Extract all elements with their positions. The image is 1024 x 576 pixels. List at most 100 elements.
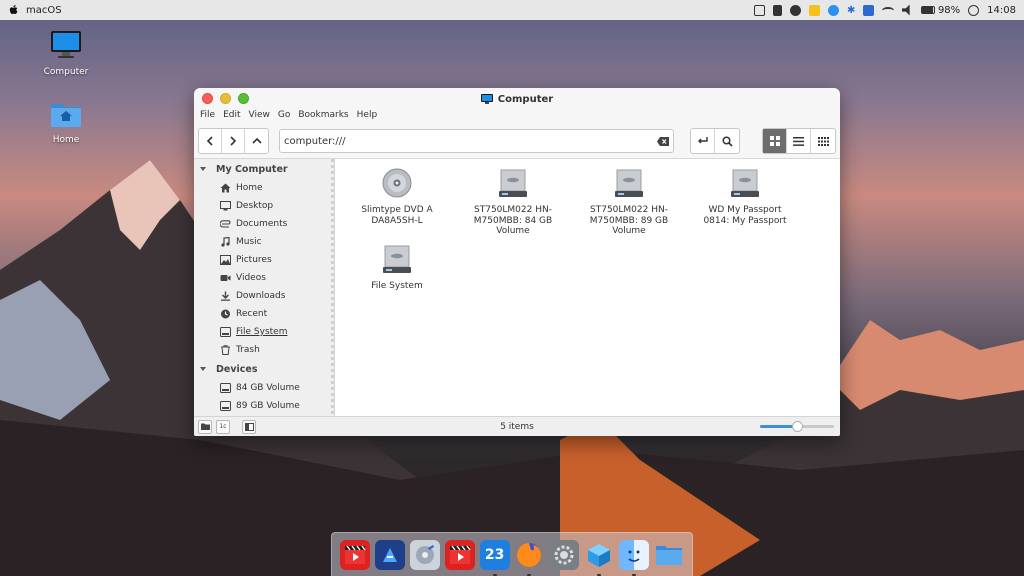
- menu-edit[interactable]: Edit: [223, 110, 240, 124]
- clock-icon: [220, 309, 231, 320]
- document-icon[interactable]: [862, 4, 874, 16]
- sidebar-item-file-system[interactable]: File System: [194, 323, 334, 341]
- power-icon[interactable]: [968, 4, 980, 16]
- hard-drive-icon: [383, 245, 411, 273]
- editor-icon: [383, 547, 398, 562]
- wifi-icon[interactable]: [881, 6, 894, 14]
- grid-icon: [769, 136, 780, 146]
- sidebar-item-label: Desktop: [236, 201, 274, 211]
- desktop-icon-computer[interactable]: Computer: [36, 30, 96, 77]
- clear-icon[interactable]: [657, 136, 669, 146]
- os-title: macOS: [26, 4, 62, 16]
- nav-buttons: [198, 128, 269, 154]
- menu-file[interactable]: File: [200, 110, 215, 124]
- zoom-slider[interactable]: [760, 421, 834, 432]
- icon-view-button[interactable]: [763, 129, 787, 153]
- sidebar-item-documents[interactable]: Documents: [194, 215, 334, 233]
- dock-disk-utility[interactable]: [409, 539, 440, 570]
- file-item-84gb-volume[interactable]: ST750LM022 HN-M750MBB: 84 GB Volume: [463, 167, 563, 236]
- clapperboard-icon: [449, 545, 471, 564]
- chevron-right-icon: [230, 136, 237, 146]
- battery-icon[interactable]: [920, 6, 935, 14]
- sidebar-resize-handle[interactable]: [331, 159, 334, 416]
- menu-view[interactable]: View: [249, 110, 270, 124]
- running-indicator: [631, 573, 636, 576]
- dock-finder[interactable]: [618, 539, 649, 576]
- dock-system-preferences[interactable]: [549, 539, 580, 570]
- hard-drive-icon: [499, 169, 527, 197]
- file-item-file-system[interactable]: File System: [347, 243, 447, 292]
- desktop-icon-label: Home: [52, 135, 80, 145]
- file-item-dvd[interactable]: Slimtype DVD A DA8A5SH-L: [347, 167, 447, 226]
- toggle-location-button[interactable]: [691, 129, 715, 153]
- list-icon: [793, 136, 804, 146]
- storage-icon[interactable]: [772, 4, 782, 16]
- hard-drive-icon: [731, 169, 759, 197]
- menu-bookmarks[interactable]: Bookmarks: [298, 110, 348, 124]
- sidebar-item-home[interactable]: Home: [194, 179, 334, 197]
- firefox-icon: [517, 542, 542, 567]
- sidebar-item-label: 89 GB Volume: [236, 401, 300, 411]
- sidebar-item-89gb-volume[interactable]: 89 GB Volume: [194, 397, 334, 415]
- search-button[interactable]: [715, 129, 739, 153]
- weather-icon[interactable]: [808, 4, 820, 16]
- sidebar-section-my-computer[interactable]: My Computer: [194, 159, 334, 179]
- sidebar-item-label: Trash: [236, 345, 260, 355]
- menu-bar: File Edit View Go Bookmarks Help: [194, 110, 840, 124]
- sidebar-item-label: File System: [236, 327, 288, 337]
- file-item-label: File System: [371, 281, 423, 292]
- list-view-button[interactable]: [787, 129, 811, 153]
- sidebar-heading: Devices: [216, 363, 258, 375]
- picture-icon: [220, 255, 231, 266]
- zoom-slider-handle[interactable]: [792, 421, 803, 432]
- compact-view-button[interactable]: [811, 129, 835, 153]
- bluetooth-icon[interactable]: ✱: [847, 5, 855, 16]
- dock-firefox[interactable]: [514, 540, 544, 576]
- window-titlebar[interactable]: Computer: [194, 88, 840, 110]
- window-title-text: Computer: [497, 93, 554, 105]
- file-item-my-passport[interactable]: WD My Passport 0814: My Passport: [695, 167, 795, 226]
- back-button[interactable]: [199, 129, 222, 153]
- window-controls: [202, 93, 249, 104]
- info-icon[interactable]: [789, 4, 801, 16]
- app-store-icon[interactable]: [827, 4, 839, 16]
- sidebar-item-desktop[interactable]: Desktop: [194, 197, 334, 215]
- volume-icon[interactable]: [901, 4, 910, 16]
- close-button[interactable]: [202, 93, 213, 104]
- drive-icon[interactable]: [753, 4, 765, 16]
- dock-folder[interactable]: [654, 540, 684, 570]
- sidebar-section-devices[interactable]: Devices: [194, 359, 334, 379]
- menu-help[interactable]: Help: [357, 110, 378, 124]
- up-button[interactable]: [245, 129, 268, 153]
- apple-icon[interactable]: [8, 4, 20, 16]
- clock[interactable]: 14:08: [987, 5, 1016, 16]
- menu-go[interactable]: Go: [278, 110, 290, 124]
- dock-cube-app[interactable]: [584, 540, 614, 576]
- location-input[interactable]: computer:///: [284, 136, 657, 147]
- download-arrow-icon: [220, 291, 231, 302]
- system-tray: ✱ 98% 14:08: [753, 4, 1016, 16]
- desktop-icon-home[interactable]: Home: [36, 100, 96, 145]
- file-item-89gb-volume[interactable]: ST750LM022 HN-M750MBB: 89 GB Volume: [579, 167, 679, 236]
- sidebar: My Computer Home Desktop Documents Music…: [194, 159, 335, 416]
- location-bar[interactable]: computer:///: [279, 129, 674, 153]
- sidebar-item-recent[interactable]: Recent: [194, 305, 334, 323]
- sidebar-item-music[interactable]: Music: [194, 233, 334, 251]
- file-item-label: WD My Passport 0814: My Passport: [703, 205, 787, 226]
- window-title: Computer: [480, 93, 554, 105]
- sidebar-item-downloads[interactable]: Downloads: [194, 287, 334, 305]
- view-mode-buttons: [762, 128, 836, 154]
- zoom-button[interactable]: [238, 93, 249, 104]
- dock-video-editor[interactable]: [375, 539, 406, 570]
- dock-video-player[interactable]: [340, 539, 371, 570]
- forward-button[interactable]: [222, 129, 245, 153]
- dock-video-player-2[interactable]: [444, 539, 475, 570]
- sidebar-item-pictures[interactable]: Pictures: [194, 251, 334, 269]
- sidebar-item-84gb-volume[interactable]: 84 GB Volume: [194, 379, 334, 397]
- home-folder-icon: [51, 104, 81, 127]
- sidebar-item-trash[interactable]: Trash: [194, 341, 334, 359]
- dock-calendar[interactable]: 23: [479, 539, 510, 576]
- sidebar-item-videos[interactable]: Videos: [194, 269, 334, 287]
- drive-icon: [220, 327, 231, 338]
- minimize-button[interactable]: [220, 93, 231, 104]
